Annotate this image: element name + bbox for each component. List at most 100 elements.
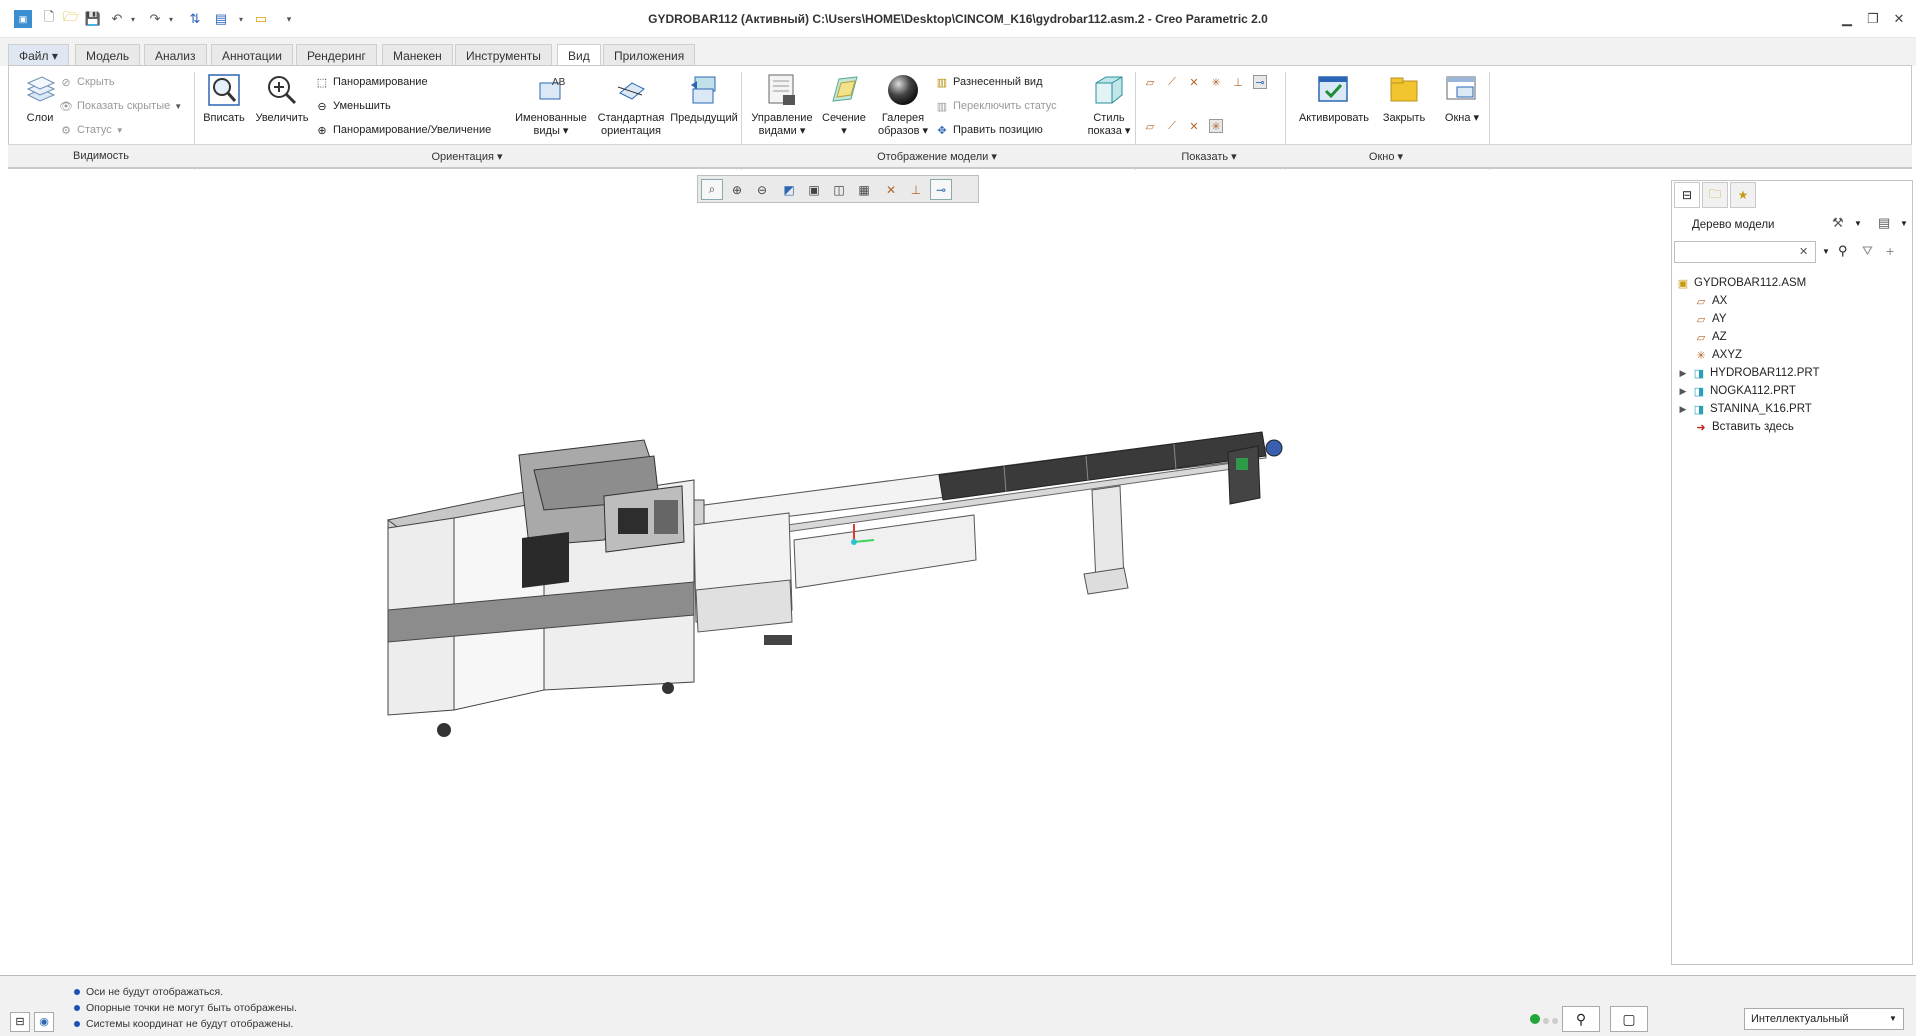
csys-tag-icon[interactable]: ✳ xyxy=(1209,119,1223,133)
plane-display-icon[interactable]: ▱ xyxy=(1143,75,1157,89)
tree-settings-icon[interactable]: ⚒ xyxy=(1832,215,1852,235)
point-display-icon[interactable]: ✕ xyxy=(880,179,902,200)
chevron-down-icon[interactable]: ▼ xyxy=(1900,219,1908,228)
minimize-icon[interactable]: ▁ xyxy=(1836,10,1858,28)
zoom-out-button[interactable]: ⊖ Уменьшить xyxy=(315,98,390,114)
previous-view-button[interactable]: Предыдущий xyxy=(669,72,739,125)
activate-button[interactable]: Активировать xyxy=(1291,72,1377,125)
group-window-label[interactable]: Окно ▾ xyxy=(1284,150,1488,163)
show-hidden-button[interactable]: 👁 Показать скрытые ▼ xyxy=(59,98,182,114)
tab-analysis[interactable]: Анализ xyxy=(144,44,207,66)
tab-render[interactable]: Рендеринг xyxy=(296,44,377,66)
tree-item-ax[interactable]: ▱ AX xyxy=(1694,293,1728,309)
csys-display-icon[interactable]: ✳ xyxy=(1209,75,1223,89)
tab-applications[interactable]: Приложения xyxy=(603,44,696,66)
undo-dropdown-icon[interactable]: ▾ xyxy=(124,10,142,28)
axis-display-icon[interactable]: ⟋ xyxy=(1165,75,1179,89)
edit-position-button[interactable]: ✥ Править позицию xyxy=(935,122,1042,138)
group-orientation-label[interactable]: Ориентация ▾ xyxy=(194,150,740,163)
tab-tools[interactable]: Инструменты xyxy=(455,44,552,66)
tree-item-axyz[interactable]: ✳ AXYZ xyxy=(1694,347,1742,363)
layers-button[interactable]: Слои xyxy=(15,72,65,125)
tab-folder-browser[interactable]: 🗀 xyxy=(1702,182,1728,208)
tree-item-hydrobar[interactable]: ▶ ◨ HYDROBAR112.PRT xyxy=(1678,365,1820,381)
spin-center-icon[interactable]: ⊥ xyxy=(1231,75,1245,89)
clear-search-icon[interactable]: ✕ xyxy=(1799,245,1808,258)
tree-item-nogka[interactable]: ▶ ◨ NOGKA112.PRT xyxy=(1678,383,1796,399)
restore-icon[interactable]: ❐ xyxy=(1862,10,1884,28)
find-icon[interactable]: ⚲ xyxy=(1562,1006,1600,1032)
open-icon[interactable]: 🗁 xyxy=(62,9,80,28)
standard-orientation-button[interactable]: Стандартная ориентация xyxy=(591,72,671,138)
refit-icon[interactable]: ⌕ xyxy=(701,179,723,200)
tree-item-stanina[interactable]: ▶ ◨ STANINA_K16.PRT xyxy=(1678,401,1812,417)
tab-favorites[interactable]: ★ xyxy=(1730,182,1756,208)
tab-file[interactable]: Файл ▾ xyxy=(8,44,69,66)
exploded-view-button[interactable]: ▥ Разнесенный вид xyxy=(935,74,1043,90)
group-model-display-label[interactable]: Отображение модели ▾ xyxy=(740,150,1134,163)
chevron-down-icon[interactable]: ▼ xyxy=(1822,247,1830,256)
windows-button[interactable]: Окна ▾ xyxy=(1437,72,1487,125)
windows-icon[interactable]: ▤ xyxy=(212,10,230,28)
selection-filter-select[interactable]: Интеллектуальный ▼ xyxy=(1744,1008,1904,1030)
tab-model-tree[interactable]: ⊟ xyxy=(1674,182,1700,208)
new-icon[interactable]: 🗋 xyxy=(40,9,58,28)
spin-center-icon[interactable]: ⊥ xyxy=(905,179,927,200)
tab-manikin[interactable]: Манекен xyxy=(382,44,453,66)
tree-item-ay[interactable]: ▱ AY xyxy=(1694,311,1727,327)
point-display-icon[interactable]: ✕ xyxy=(1187,75,1201,89)
named-views-button[interactable]: AB Именованные виды ▾ xyxy=(511,72,591,138)
expand-arrow-icon[interactable]: ▶ xyxy=(1678,404,1688,415)
close-window-icon[interactable]: ▭ xyxy=(252,10,270,28)
refit-button[interactable]: Вписать xyxy=(199,72,249,125)
graphics-window[interactable] xyxy=(4,170,1672,973)
tree-search-input[interactable]: ✕ xyxy=(1674,241,1816,263)
close-icon[interactable]: ✕ xyxy=(1888,10,1910,28)
display-style-icon[interactable]: ▣ xyxy=(803,179,825,200)
toggle-navigator-icon[interactable]: ⊟ xyxy=(10,1012,30,1032)
windows-dropdown-icon[interactable]: ▾ xyxy=(232,10,250,28)
display-style-button[interactable]: Стиль показа ▾ xyxy=(1079,72,1139,138)
close-window-button[interactable]: Закрыть xyxy=(1377,72,1431,125)
tree-item-root[interactable]: ▣ GYDROBAR112.ASM xyxy=(1676,275,1806,291)
pan-button[interactable]: ⬚ Панорамирование xyxy=(315,74,428,90)
tree-item-insert-here[interactable]: ➜ Вставить здесь xyxy=(1694,419,1793,435)
customize-icon[interactable]: ▾ xyxy=(280,10,298,28)
plane-tag-icon[interactable]: ▱ xyxy=(1143,119,1157,133)
view-manager-button[interactable]: Управление видами ▾ xyxy=(747,72,817,138)
pan-zoom-button[interactable]: ⊕ Панорамирование/Увеличение xyxy=(315,122,491,138)
group-show-label[interactable]: Показать ▾ xyxy=(1134,150,1284,163)
expand-arrow-icon[interactable]: ▶ xyxy=(1678,368,1688,379)
appearance-gallery-button[interactable]: Галерея образов ▾ xyxy=(871,72,935,138)
show-options-icon[interactable]: ▤ xyxy=(1878,215,1898,235)
toggle-status-button[interactable]: ▥ Переключить статус xyxy=(935,98,1057,114)
view-manager-icon[interactable]: ▦ xyxy=(853,179,875,200)
axis-tag-icon[interactable]: ⟋ xyxy=(1165,119,1179,133)
add-column-icon[interactable]: + xyxy=(1886,243,1894,259)
tab-view[interactable]: Вид xyxy=(557,44,601,67)
selection-box-icon[interactable]: ▢ xyxy=(1610,1006,1648,1032)
section-button[interactable]: Сечение ▾ xyxy=(819,72,869,138)
zoom-in-icon[interactable]: ⊕ xyxy=(726,179,748,200)
status-button[interactable]: ⚙ Статус ▼ xyxy=(59,122,124,138)
expand-arrow-icon[interactable]: ▶ xyxy=(1678,386,1688,397)
regenerate-icon[interactable]: ⇅ xyxy=(186,10,204,28)
annotation-display-icon[interactable]: ⊸ xyxy=(930,179,952,200)
save-icon[interactable]: 💾 xyxy=(84,10,102,28)
chevron-down-icon[interactable]: ▼ xyxy=(1854,219,1862,228)
annotation-display-icon[interactable]: ⊸ xyxy=(1253,75,1267,89)
hide-button[interactable]: ⊘ Скрыть xyxy=(59,74,114,90)
repaint-icon[interactable]: ◩ xyxy=(778,179,800,200)
point-tag-icon[interactable]: ✕ xyxy=(1187,119,1201,133)
filter-icon[interactable]: ⛛ xyxy=(1862,243,1873,259)
binoculars-icon[interactable]: ⚲ xyxy=(1838,243,1848,259)
tree-item-az[interactable]: ▱ AZ xyxy=(1694,329,1727,345)
redo-dropdown-icon[interactable]: ▾ xyxy=(162,10,180,28)
zoom-in-button[interactable]: Увеличить xyxy=(253,72,311,125)
tab-model[interactable]: Модель xyxy=(75,44,141,66)
app-icon[interactable]: ▣ xyxy=(14,10,32,28)
zoom-out-icon[interactable]: ⊖ xyxy=(751,179,773,200)
toggle-browser-icon[interactable]: ◉ xyxy=(34,1012,54,1032)
tab-annotations[interactable]: Аннотации xyxy=(211,44,293,66)
saved-views-icon[interactable]: ◫ xyxy=(828,179,850,200)
